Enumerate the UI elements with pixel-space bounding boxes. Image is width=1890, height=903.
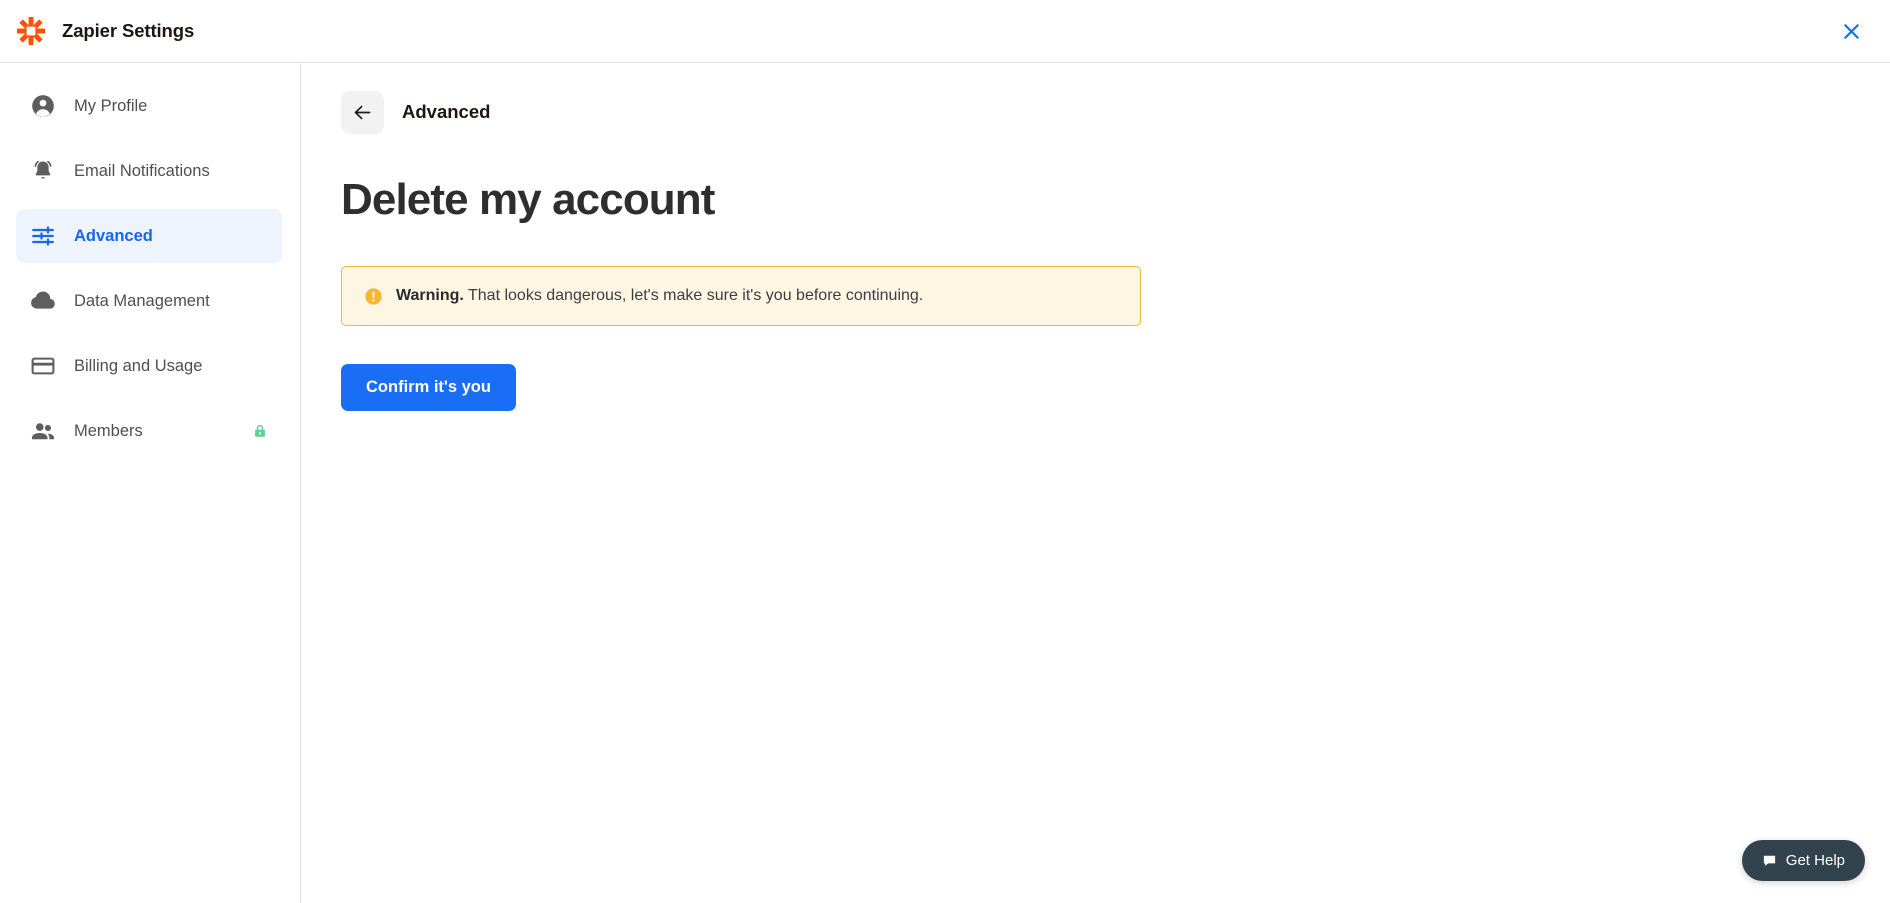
zapier-settings-window: Zapier Settings My Profile Email Notific… xyxy=(0,0,1890,903)
back-button[interactable] xyxy=(341,91,384,134)
chat-bubble-icon xyxy=(1762,853,1777,868)
window-body: My Profile Email Notifications Advanced … xyxy=(0,63,1890,903)
main-content: Advanced Delete my account Warning. That… xyxy=(301,63,1890,903)
page-header: Advanced xyxy=(341,91,1890,134)
warning-banner-text: Warning. That looks dangerous, let's mak… xyxy=(396,285,923,307)
sidebar-item-data-management[interactable]: Data Management xyxy=(16,274,282,328)
sidebar-item-label: Members xyxy=(74,421,143,440)
get-help-label: Get Help xyxy=(1785,852,1845,869)
warning-banner-strong: Warning. xyxy=(396,287,464,305)
page-title: Delete my account xyxy=(341,175,715,224)
tune-sliders-icon xyxy=(30,223,56,249)
confirm-its-you-button[interactable]: Confirm it's you xyxy=(341,363,516,411)
window-title: Zapier Settings xyxy=(62,19,195,41)
sidebar-item-label: Billing and Usage xyxy=(74,356,203,375)
zapier-asterisk-icon xyxy=(16,16,46,46)
close-icon xyxy=(1841,21,1862,42)
sidebar-item-my-profile[interactable]: My Profile xyxy=(16,79,282,133)
breadcrumb: Advanced xyxy=(402,101,491,123)
warning-banner-body: That looks dangerous, let's make sure it… xyxy=(468,287,924,305)
arrow-left-icon xyxy=(352,102,373,123)
sidebar-item-billing-and-usage[interactable]: Billing and Usage xyxy=(16,339,282,393)
warning-banner: Warning. That looks dangerous, let's mak… xyxy=(341,266,1141,326)
brand: Zapier Settings xyxy=(16,16,194,46)
sidebar-item-members[interactable]: Members xyxy=(16,404,282,458)
notifications-active-bell-icon xyxy=(30,158,56,184)
main-content-inner: Advanced Delete my account Warning. That… xyxy=(301,91,1890,411)
get-help-button[interactable]: Get Help xyxy=(1741,840,1865,881)
sidebar-item-label: Email Notifications xyxy=(74,161,210,180)
cloud-icon xyxy=(30,288,56,314)
close-button[interactable] xyxy=(1834,14,1868,48)
sidebar-item-label: My Profile xyxy=(74,96,148,115)
warning-exclamation-circle-icon xyxy=(364,287,383,306)
sidebar-item-label: Advanced xyxy=(74,226,153,245)
credit-card-icon xyxy=(30,353,56,379)
settings-sidebar: My Profile Email Notifications Advanced … xyxy=(0,63,301,903)
sidebar-item-label: Data Management xyxy=(74,291,210,310)
lock-icon xyxy=(252,423,268,439)
sidebar-item-advanced[interactable]: Advanced xyxy=(16,209,282,263)
window-titlebar: Zapier Settings xyxy=(0,0,1890,63)
people-group-icon xyxy=(30,418,56,444)
account-circle-icon xyxy=(30,93,56,119)
sidebar-item-email-notifications[interactable]: Email Notifications xyxy=(16,144,282,198)
